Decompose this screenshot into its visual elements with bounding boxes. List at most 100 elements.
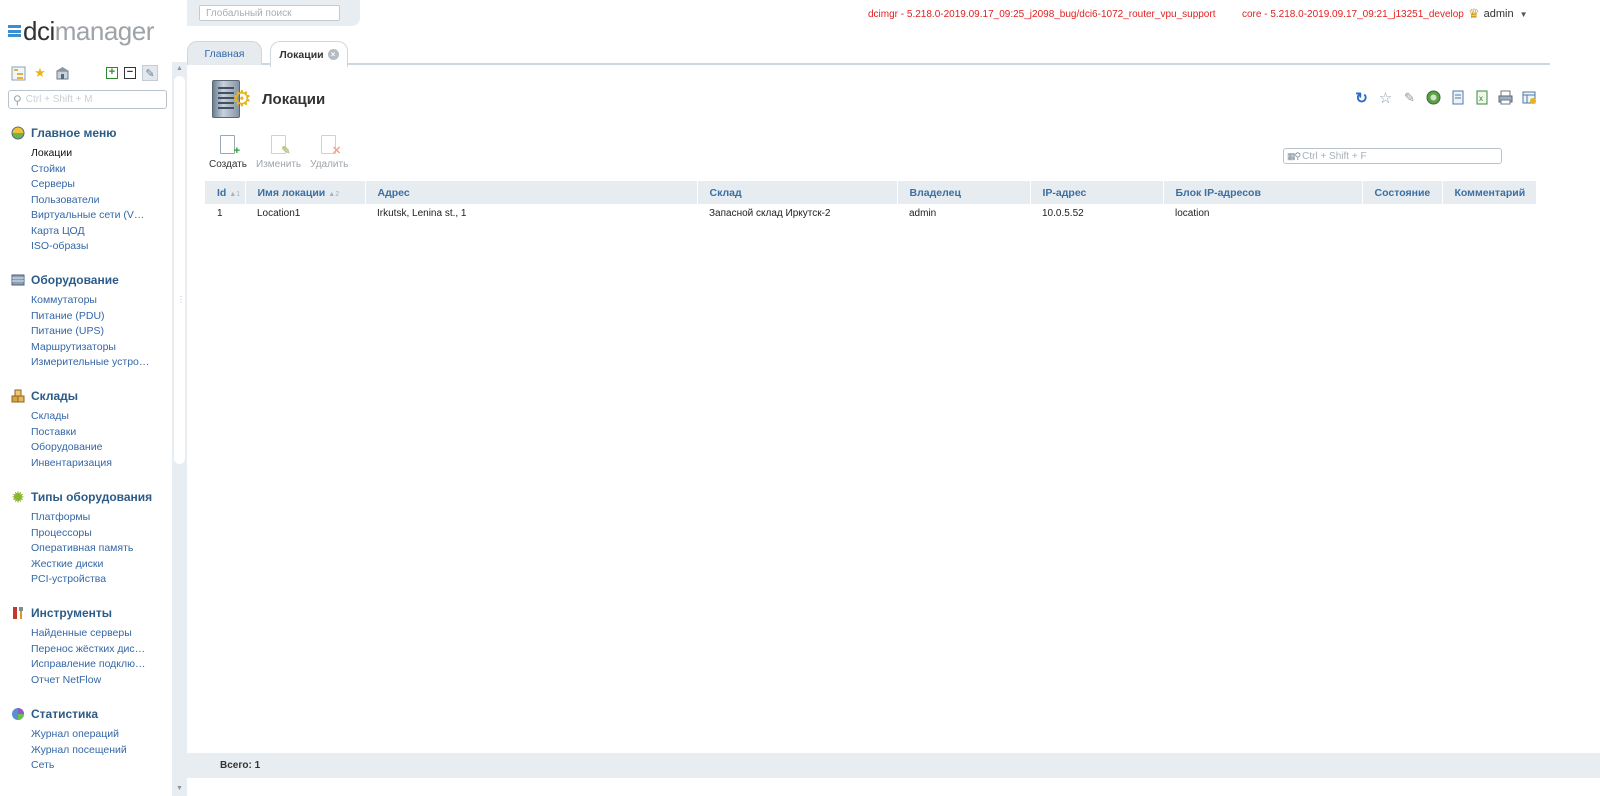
collapse-all-icon[interactable]: −	[124, 67, 136, 79]
sidebar-item-disks[interactable]: Жесткие диски	[10, 557, 170, 573]
sidebar-item-platforms[interactable]: Платформы	[10, 510, 170, 526]
column-header-name[interactable]: Имя локации ▲2	[245, 181, 366, 204]
cell-warehouse: Запасной склад Иркутск-2	[709, 208, 831, 219]
scrollbar-thumb[interactable]	[174, 76, 185, 464]
table-header-row: Id ▲1 Имя локации ▲2 Адрес Склад Владелец …	[205, 181, 1537, 204]
sidebar-item-visits-log[interactable]: Журнал посещений	[10, 743, 170, 759]
print-icon[interactable]	[1497, 89, 1514, 106]
column-header-state[interactable]: Состояние	[1362, 181, 1443, 204]
sidebar-item-cpus[interactable]: Процессоры	[10, 526, 170, 542]
menu-group-header[interactable]: Склады	[10, 387, 170, 405]
help-icon[interactable]	[1425, 89, 1442, 106]
sidebar-item-supplies[interactable]: Поставки	[10, 425, 170, 441]
sidebar-item-routers[interactable]: Маршрутизаторы	[10, 340, 170, 356]
sidebar-item-operations-log[interactable]: Журнал операций	[10, 727, 170, 743]
sidebar-item-network[interactable]: Сеть	[10, 758, 170, 774]
table-footer: Всего: 1	[187, 753, 1600, 778]
favorite-star-icon[interactable]: ☆	[1377, 89, 1394, 107]
search-icon: ⚲	[13, 92, 22, 107]
column-header-ip-block[interactable]: Блок IP-адресов	[1163, 181, 1363, 204]
edit-button[interactable]: ✎ Изменить	[256, 133, 301, 170]
refresh-icon[interactable]: ↻	[1353, 89, 1370, 107]
sidebar-item-pci[interactable]: PCI-устройства	[10, 572, 170, 588]
sidebar-item-iso[interactable]: ISO-образы	[10, 239, 170, 255]
locations-table: Id ▲1 Имя локации ▲2 Адрес Склад Владелец …	[205, 181, 1537, 223]
chevron-down-icon: ▼	[1519, 9, 1528, 19]
sidebar-item-meters[interactable]: Измерительные устро…	[10, 355, 170, 371]
edit-document-icon: ✎	[267, 133, 291, 157]
tab-locations[interactable]: Локации ×	[270, 41, 348, 67]
sidebar-item-servers[interactable]: Серверы	[10, 177, 170, 193]
menu-group-header[interactable]: Главное меню	[10, 124, 170, 142]
sidebar-item-ram[interactable]: Оперативная память	[10, 541, 170, 557]
sidebar-item-disk-transfer[interactable]: Перенос жёстких дис…	[10, 642, 170, 658]
sidebar-item-dc-map[interactable]: Карта ЦОД	[10, 224, 170, 240]
svg-text:x: x	[1479, 94, 1483, 103]
table-filter[interactable]: ▦⚲	[1283, 148, 1502, 164]
logo[interactable]: dci manager	[8, 16, 154, 46]
user-avatar-icon: ♛	[1468, 6, 1480, 21]
copy-icon[interactable]	[1449, 89, 1466, 106]
menu-search[interactable]: ⚲	[8, 90, 167, 109]
sidebar-item-found-servers[interactable]: Найденные серверы	[10, 626, 170, 642]
cell-owner: admin	[909, 208, 937, 219]
sidebar-item-ups[interactable]: Питание (UPS)	[10, 324, 170, 340]
global-search-input[interactable]	[199, 5, 340, 21]
column-header-address[interactable]: Адрес	[365, 181, 698, 204]
table-settings-icon[interactable]	[1521, 89, 1538, 106]
favorites-star-icon[interactable]: ★	[32, 65, 48, 81]
sidebar-item-warehouses[interactable]: Склады	[10, 409, 170, 425]
statistics-icon	[10, 706, 26, 722]
global-search-panel	[187, 0, 360, 26]
tree-view-icon[interactable]	[10, 65, 26, 81]
user-menu[interactable]: ♛ admin ▼	[1468, 6, 1528, 22]
close-tab-icon[interactable]: ×	[327, 49, 339, 60]
sidebar-item-pdu[interactable]: Питание (PDU)	[10, 309, 170, 325]
scroll-up-icon[interactable]: ▲	[176, 65, 183, 72]
sidebar-item-connection-fix[interactable]: Исправление подклю…	[10, 657, 170, 673]
delete-button[interactable]: ✕ Удалить	[310, 133, 348, 170]
menu-group-equipment: Оборудование Коммутаторы Питание (PDU) П…	[10, 271, 170, 371]
core-version: core - 5.218.0-2019.09.17_09:21_j13251_d…	[1242, 9, 1464, 20]
home-building-icon[interactable]	[54, 65, 70, 81]
sidebar-item-racks[interactable]: Стойки	[10, 162, 170, 178]
sidebar-item-inventory[interactable]: Инвентаризация	[10, 456, 170, 472]
sidebar-item-locations[interactable]: Локации	[10, 146, 170, 162]
sidebar-item-netflow[interactable]: Отчет NetFlow	[10, 673, 170, 689]
filter-input[interactable]	[1302, 150, 1493, 162]
column-header-owner[interactable]: Владелец	[897, 181, 1031, 204]
pin-icon[interactable]: ✎	[142, 65, 158, 81]
menu-group-header[interactable]: Инструменты	[10, 604, 170, 622]
cell-comment	[1442, 204, 1536, 223]
sidebar-item-switches[interactable]: Коммутаторы	[10, 293, 170, 309]
column-header-ip[interactable]: IP-адрес	[1030, 181, 1164, 204]
sidebar-item-users[interactable]: Пользователи	[10, 193, 170, 209]
tab-home[interactable]: Главная	[187, 41, 262, 65]
warehouse-icon	[10, 388, 26, 404]
sidebar-scrollbar[interactable]: ▲ ⋮ ▼	[172, 62, 187, 796]
cell-id: 1	[217, 208, 223, 219]
delete-document-icon: ✕	[317, 133, 341, 157]
tab-bar: Главная Локации ×	[187, 40, 1550, 67]
sidebar-item-vlans[interactable]: Виртуальные сети (V…	[10, 208, 170, 224]
menu-search-input[interactable]	[25, 94, 151, 105]
scroll-down-icon[interactable]: ▼	[176, 785, 183, 792]
cell-address: Irkutsk, Lenina st., 1	[377, 208, 467, 219]
menu-group-header[interactable]: Оборудование	[10, 271, 170, 289]
sidebar-toolbar: ★ + − ✎	[10, 65, 158, 81]
menu-group-header[interactable]: Статистика	[10, 705, 170, 723]
column-header-warehouse[interactable]: Склад	[697, 181, 898, 204]
table-row[interactable]: 1 Location1 Irkutsk, Lenina st., 1 Запас…	[205, 204, 1536, 223]
expand-all-icon[interactable]: +	[106, 67, 118, 79]
pin-icon[interactable]: ✎	[1401, 89, 1418, 106]
splitter-grip-icon[interactable]: ⋮	[177, 295, 185, 304]
menu-group-header[interactable]: ✹ Типы оборудования	[10, 488, 170, 506]
export-excel-icon[interactable]: x	[1473, 89, 1490, 106]
add-document-icon: +	[216, 133, 240, 157]
sidebar-item-warehouse-equipment[interactable]: Оборудование	[10, 440, 170, 456]
create-button[interactable]: + Создать	[209, 133, 247, 170]
column-header-id[interactable]: Id ▲1	[205, 181, 246, 204]
menu-group-warehouses: Склады Склады Поставки Оборудование Инве…	[10, 387, 170, 471]
menu-group-equipment-types: ✹ Типы оборудования Платформы Процессоры …	[10, 488, 170, 588]
column-header-comment[interactable]: Комментарий	[1442, 181, 1537, 204]
